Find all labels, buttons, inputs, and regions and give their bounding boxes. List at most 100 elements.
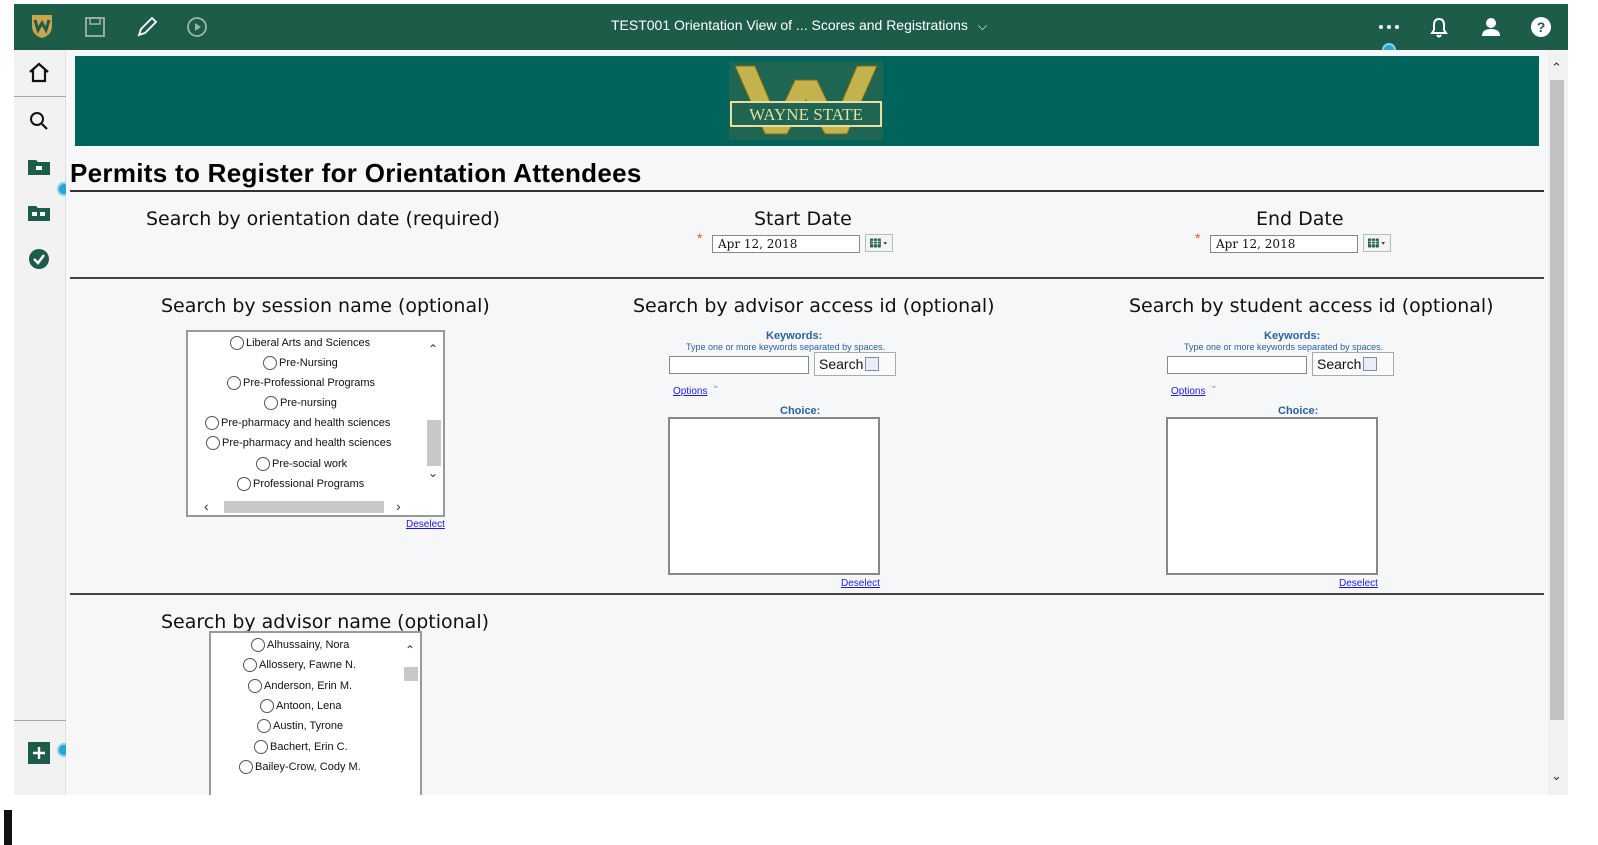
edge-bar [4, 810, 12, 845]
end-date-label: End Date [1256, 208, 1344, 230]
page-scrollbar[interactable]: ⌃ ⌄ [1548, 50, 1568, 795]
radio-button[interactable] [251, 638, 265, 652]
radio-button[interactable] [230, 336, 244, 350]
chevron-down-icon[interactable]: ⌵ [978, 19, 987, 34]
end-date-input[interactable]: Apr 12, 2018 [1210, 235, 1358, 253]
radio-button[interactable] [205, 416, 219, 430]
vertical-scrollbar[interactable]: ⌃ [402, 633, 420, 795]
advisor-choice-box[interactable] [668, 417, 880, 575]
start-date-input[interactable]: Apr 12, 2018 [712, 235, 860, 253]
end-calendar-icon[interactable] [1363, 234, 1391, 252]
help-icon[interactable]: ? [1528, 14, 1554, 40]
session-deselect-link[interactable]: Deselect [406, 519, 445, 530]
advisor-option[interactable]: Antoon, Lena [260, 699, 341, 713]
search-icon[interactable] [26, 108, 52, 134]
keywords-label: Keywords: [766, 330, 823, 342]
radio-button[interactable] [264, 396, 278, 410]
session-option[interactable]: Pre-social work [256, 457, 347, 471]
user-icon[interactable] [1478, 14, 1504, 40]
option-label: Pre-pharmacy and health sciences [221, 417, 391, 429]
team-content-icon[interactable] [26, 200, 52, 226]
session-option[interactable]: Professional Programs [237, 477, 364, 491]
scroll-thumb[interactable] [404, 667, 418, 681]
session-option[interactable]: Pre-Nursing [263, 356, 338, 370]
advisor-option[interactable]: Allossery, Fawne N. [243, 658, 356, 672]
notification-bell-icon[interactable] [1426, 14, 1452, 40]
horizontal-scrollbar[interactable]: ‹ › [188, 497, 425, 515]
advisor-name-label: Search by advisor name (optional) [161, 611, 490, 633]
radio-button[interactable] [237, 477, 251, 491]
radio-button[interactable] [260, 699, 274, 713]
radio-button[interactable] [227, 376, 241, 390]
session-listbox[interactable]: Liberal Arts and Sciences Pre-Nursing Pr… [186, 330, 445, 517]
scroll-thumb[interactable] [427, 420, 441, 466]
keywords-hint: Type one or more keywords separated by s… [1184, 342, 1384, 352]
page-scroll-thumb[interactable] [1550, 80, 1564, 720]
scroll-up-icon[interactable]: ⌃ [1551, 60, 1562, 76]
home-icon[interactable] [26, 60, 52, 86]
scroll-right-icon[interactable]: › [396, 498, 401, 514]
scroll-left-icon[interactable]: ‹ [204, 498, 209, 514]
more-icon[interactable] [1376, 14, 1402, 40]
option-label: Pre-social work [272, 458, 348, 470]
session-option[interactable]: Pre-pharmacy and health sciences [206, 436, 391, 450]
start-calendar-icon[interactable] [865, 234, 893, 252]
radio-button[interactable] [248, 679, 262, 693]
advisor-name-listbox[interactable]: Alhussainy, Nora Allossery, Fawne N. And… [209, 631, 422, 795]
new-plus-icon[interactable] [26, 740, 52, 766]
scroll-up-icon[interactable]: ⌃ [428, 342, 438, 356]
student-deselect-link[interactable]: Deselect [1339, 578, 1378, 589]
option-label: Austin, Tyrone [273, 720, 344, 732]
banner: WAYNE STATE [75, 56, 1539, 146]
radio-button[interactable] [256, 457, 270, 471]
search-icon [865, 357, 880, 371]
report-title[interactable]: TEST001 Orientation View of ... Scores a… [14, 17, 1584, 34]
scroll-down-icon[interactable]: ⌄ [1551, 768, 1562, 784]
left-nav [14, 50, 66, 795]
recent-check-icon[interactable] [26, 246, 52, 272]
advisor-keywords-input[interactable] [669, 356, 809, 374]
option-label: Pre-Professional Programs [243, 377, 376, 389]
radio-button[interactable] [254, 740, 268, 754]
session-option[interactable]: Pre-Professional Programs [227, 376, 375, 390]
advisor-option[interactable]: Bachert, Erin C. [254, 740, 348, 754]
search-icon [1363, 357, 1378, 371]
advisor-option[interactable]: Austin, Tyrone [257, 719, 343, 733]
option-label: Anderson, Erin M. [264, 680, 353, 692]
radio-button[interactable] [257, 719, 271, 733]
scroll-down-icon[interactable]: ⌄ [428, 466, 438, 480]
my-content-icon[interactable] [26, 154, 52, 180]
advisor-access-label: Search by advisor access id (optional) [633, 295, 995, 317]
radio-button[interactable] [239, 760, 253, 774]
student-choice-box[interactable] [1166, 417, 1378, 575]
advisor-deselect-link[interactable]: Deselect [841, 578, 880, 589]
radio-button[interactable] [243, 658, 257, 672]
vertical-scrollbar[interactable]: ⌃ ⌄ [425, 332, 443, 497]
option-label: Professional Programs [253, 478, 365, 490]
option-label: Allossery, Fawne N. [259, 659, 356, 671]
student-search-button[interactable]: Search [1312, 352, 1394, 376]
session-option[interactable]: Pre-nursing [264, 396, 337, 410]
advisor-option[interactable]: Alhussainy, Nora [251, 638, 349, 652]
scroll-up-icon[interactable]: ⌃ [405, 643, 415, 657]
divider [70, 277, 1544, 279]
radio-button[interactable] [263, 356, 277, 370]
scroll-thumb[interactable] [224, 501, 384, 513]
student-options-link[interactable]: Options [1171, 386, 1205, 397]
session-option[interactable]: Pre-pharmacy and health sciences [205, 416, 390, 430]
expand-chevron-icon[interactable]: ⌄ [1210, 380, 1218, 391]
advisor-search-button[interactable]: Search [814, 352, 896, 376]
search-button-label: Search [1317, 356, 1362, 372]
wayne-state-logo: WAYNE STATE [729, 62, 883, 140]
option-label: Pre-nursing [280, 397, 337, 409]
expand-chevron-icon[interactable]: ⌄ [712, 380, 720, 391]
advisor-option[interactable]: Bailey-Crow, Cody M. [239, 760, 361, 774]
student-keywords-input[interactable] [1167, 356, 1307, 374]
advisor-option[interactable]: Anderson, Erin M. [248, 679, 352, 693]
window-edge [0, 50, 14, 845]
advisor-options-link[interactable]: Options [673, 386, 707, 397]
radio-button[interactable] [206, 436, 220, 450]
session-option[interactable]: Liberal Arts and Sciences [230, 336, 370, 350]
divider [70, 190, 1544, 192]
keywords-label: Keywords: [1264, 330, 1321, 342]
